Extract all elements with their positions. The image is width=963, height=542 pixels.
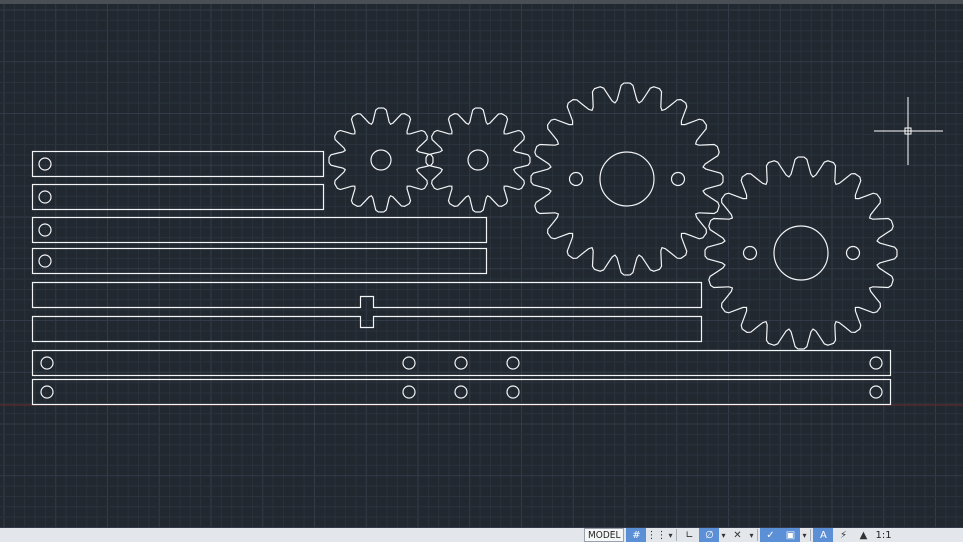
- lineweight-icon: ✓: [766, 529, 775, 541]
- bar-hole: [869, 385, 883, 399]
- infer-constraints-button[interactable]: ▾: [666, 528, 674, 542]
- annotation-monitor-icon: ▲: [859, 529, 868, 541]
- tracking-icon: ✕: [733, 529, 742, 541]
- bar-hole: [40, 385, 54, 399]
- gear-mount-hole: [670, 171, 686, 187]
- bar-hole: [454, 356, 468, 370]
- dropdown-icon: ▾: [721, 530, 726, 540]
- bar-hole: [869, 356, 883, 370]
- annotation-visibility-button[interactable]: ▾: [800, 528, 808, 542]
- long-bar-2[interactable]: [31, 378, 892, 406]
- drawing-canvas[interactable]: [0, 4, 963, 528]
- status-bar-toggles: MODEL # ⋮⋮ ▾ ∟ ∅ ▾ ✕ ▾ ✓ ▣ ▾ A ⚡ ▲ 1:1: [584, 528, 892, 542]
- gear-bore: [467, 149, 489, 171]
- status-bar: MODEL # ⋮⋮ ▾ ∟ ∅ ▾ ✕ ▾ ✓ ▣ ▾ A ⚡ ▲ 1:1: [0, 528, 963, 542]
- annotation-scale-label[interactable]: 1:1: [875, 530, 891, 541]
- dropdown-icon: ▾: [749, 530, 754, 540]
- snap-mode-button[interactable]: ⋮⋮: [646, 528, 666, 542]
- model-space-tab[interactable]: MODEL: [584, 528, 625, 542]
- bar-hole: [506, 356, 520, 370]
- dropdown-icon: ▾: [668, 530, 673, 540]
- status-divider: [757, 529, 759, 541]
- drafting-toggle-buttons: # ⋮⋮ ▾ ∟ ∅ ▾ ✕ ▾ ✓ ▣ ▾ A ⚡ ▲: [626, 528, 873, 542]
- large-gear-1[interactable]: [530, 82, 724, 276]
- bar-hole: [402, 356, 416, 370]
- bar-hole: [40, 356, 54, 370]
- grid-icon: #: [632, 529, 641, 541]
- status-divider: [676, 529, 678, 541]
- dropdown-icon: ▾: [802, 530, 807, 540]
- selection-cycling-button[interactable]: ▣: [780, 528, 801, 542]
- isodraft-button[interactable]: ▾: [719, 528, 727, 542]
- annotation-scale-button[interactable]: A: [813, 528, 834, 542]
- gear-mount-hole: [568, 171, 584, 187]
- ortho-icon: ∟: [685, 529, 694, 541]
- selection-icon: ▣: [785, 529, 796, 541]
- drawing-geometry: [31, 82, 898, 406]
- model-space-viewport[interactable]: [0, 4, 963, 528]
- autoscale-icon: ⚡: [839, 529, 847, 541]
- lineweight-button[interactable]: ✓: [760, 528, 781, 542]
- polar-tracking-button[interactable]: ∅: [699, 528, 720, 542]
- polar-icon: ∅: [705, 529, 714, 541]
- grid-display-button[interactable]: #: [626, 528, 647, 542]
- notched-bar-1[interactable]: [31, 281, 703, 309]
- object-snap-tracking-button[interactable]: ✕: [727, 528, 747, 542]
- status-divider: [810, 529, 812, 541]
- bar-hole: [402, 385, 416, 399]
- snap-dots-icon: ⋮⋮: [646, 529, 667, 541]
- drawing-grid: [0, 4, 963, 528]
- ortho-mode-button[interactable]: ∟: [679, 528, 699, 542]
- autoscale-button[interactable]: ⚡: [833, 528, 853, 542]
- annotation-icon: A: [820, 529, 827, 541]
- gear-bore: [370, 149, 392, 171]
- bar-hole: [454, 385, 468, 399]
- annotation-monitor-button[interactable]: ▲: [853, 528, 873, 542]
- bar-hole: [506, 385, 520, 399]
- object-snap-button[interactable]: ▾: [747, 528, 755, 542]
